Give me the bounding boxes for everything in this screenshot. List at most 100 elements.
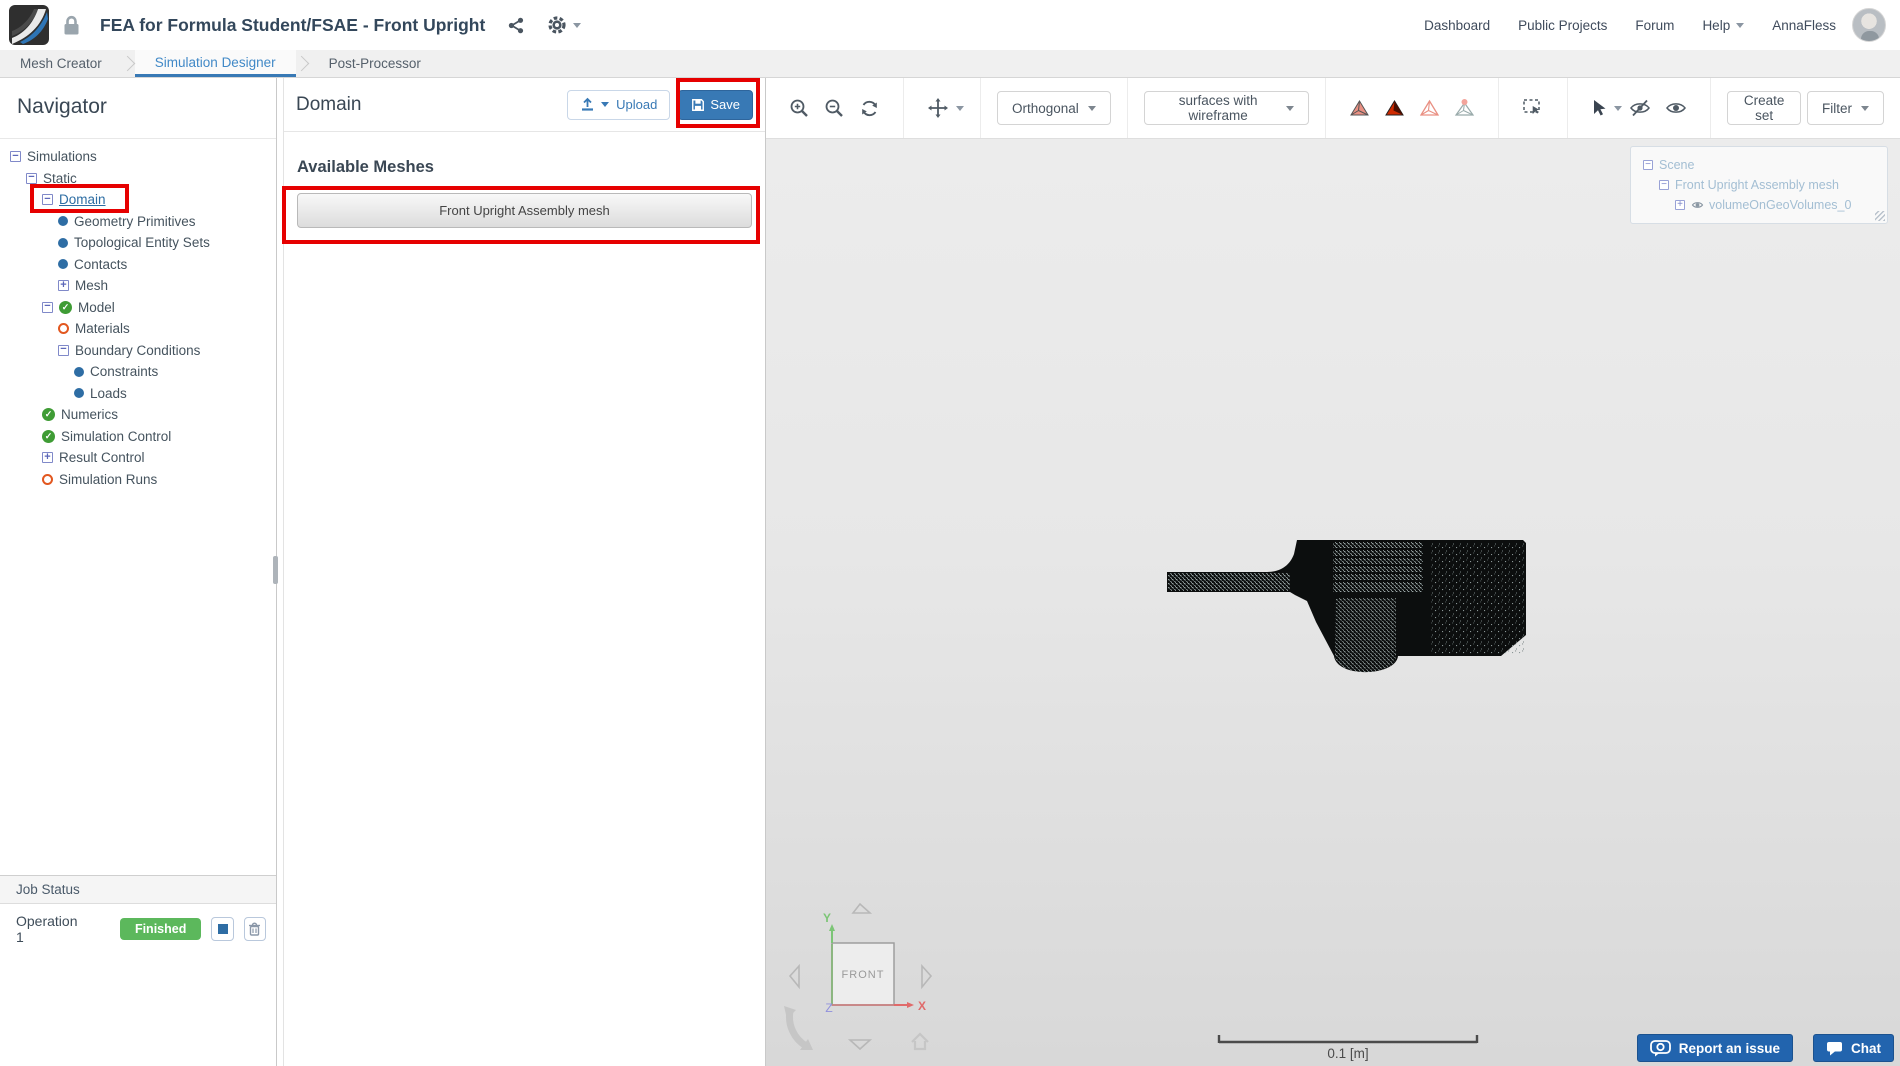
tab-separator <box>296 50 309 77</box>
upload-chevron-down-icon[interactable] <box>601 102 610 107</box>
upload-icon <box>582 97 594 111</box>
rotate-up-arrow[interactable] <box>851 902 873 914</box>
tree-item-materials[interactable]: Materials <box>0 318 272 340</box>
tab-simulation-designer[interactable]: Simulation Designer <box>134 50 296 77</box>
tree-item-result-control[interactable]: Result Control <box>0 447 272 469</box>
scene-node-mesh[interactable]: Front Upright Assembly mesh <box>1643 175 1887 195</box>
collapse-icon[interactable] <box>1659 180 1669 190</box>
marquee-select-icon[interactable] <box>1522 98 1544 118</box>
refresh-view-icon[interactable] <box>859 98 880 119</box>
mesh-model[interactable] <box>1140 510 1560 695</box>
tree-item-simulation-control[interactable]: Simulation Control <box>0 426 272 448</box>
collapse-icon[interactable] <box>58 344 69 356</box>
mesh-select-button[interactable]: Front Upright Assembly mesh <box>297 193 752 228</box>
tree-item-simulation-runs[interactable]: Simulation Runs <box>0 469 272 491</box>
available-meshes-heading: Available Meshes <box>297 158 434 176</box>
project-title: FEA for Formula Student/FSAE - Front Upr… <box>100 14 486 35</box>
settings-chevron-down-icon[interactable] <box>573 22 582 28</box>
collapse-icon[interactable] <box>26 172 37 184</box>
tab-mesh-creator[interactable]: Mesh Creator <box>0 50 122 77</box>
bullet-icon <box>58 216 68 227</box>
tree-item-boundary-conditions[interactable]: Boundary Conditions <box>0 340 272 362</box>
rotate-down-arrow[interactable] <box>847 1039 873 1051</box>
simscale-logo-icon[interactable] <box>9 5 49 45</box>
scene-node-volume[interactable]: volumeOnGeoVolumes_0 <box>1643 195 1887 215</box>
trash-icon <box>249 922 261 936</box>
bullet-icon <box>58 259 68 270</box>
rotate-roll-arrow[interactable] <box>786 1010 808 1050</box>
chat-button[interactable]: Chat <box>1813 1034 1894 1062</box>
home-view-icon[interactable] <box>911 1032 929 1051</box>
tree-item-static[interactable]: Static <box>0 168 272 190</box>
job-status-badge: Finished <box>119 918 202 940</box>
collapse-icon[interactable] <box>42 301 53 313</box>
rotate-right-arrow[interactable] <box>921 963 933 990</box>
upload-button[interactable]: Upload <box>567 89 671 120</box>
collapse-icon[interactable] <box>10 151 21 163</box>
projection-dropdown[interactable]: Orthogonal <box>997 91 1111 125</box>
tet-outline-icon[interactable] <box>1419 99 1440 118</box>
save-button[interactable]: Save <box>678 89 753 120</box>
tree-item-simulations[interactable]: Simulations <box>0 146 272 168</box>
tree-label: Geometry Primitives <box>74 213 196 229</box>
tree-item-contacts[interactable]: Contacts <box>0 254 272 276</box>
zoom-out-icon[interactable] <box>824 98 845 119</box>
hide-eye-slash-icon[interactable] <box>1629 99 1651 117</box>
share-icon[interactable] <box>507 16 525 35</box>
scene-node-root[interactable]: Scene <box>1643 155 1887 175</box>
expand-icon[interactable] <box>58 280 69 292</box>
create-set-button[interactable]: Create set <box>1727 91 1801 125</box>
nav-dashboard[interactable]: Dashboard <box>1424 18 1490 33</box>
tree-item-mesh[interactable]: Mesh <box>0 275 272 297</box>
tree-label-selected: Domain <box>59 192 106 208</box>
expand-icon[interactable] <box>1675 200 1685 210</box>
expand-icon[interactable] <box>42 452 53 464</box>
pan-move-icon[interactable] <box>927 97 949 119</box>
rotate-left-arrow[interactable] <box>788 963 800 990</box>
cursor-select-icon[interactable] <box>1591 99 1607 118</box>
collapse-icon[interactable] <box>1643 160 1653 170</box>
tet-solid-icon[interactable] <box>1349 99 1370 118</box>
nav-username[interactable]: AnnaFless <box>1772 18 1836 33</box>
scenebox-resize-handle[interactable] <box>1875 211 1885 221</box>
pan-chevron-down-icon[interactable] <box>956 105 964 111</box>
cursor-chevron-down-icon[interactable] <box>1614 105 1623 111</box>
projection-label: Orthogonal <box>1012 100 1079 116</box>
tet-node-icon[interactable] <box>1454 98 1475 118</box>
tree-item-domain[interactable]: Domain <box>0 189 272 211</box>
domain-panel-header: Domain Upload Save <box>284 78 765 132</box>
nav-forum[interactable]: Forum <box>1635 18 1674 33</box>
nav-public-projects[interactable]: Public Projects <box>1518 18 1607 33</box>
delete-job-button[interactable] <box>243 917 266 941</box>
show-eye-icon[interactable] <box>1665 99 1687 117</box>
render-mode-dropdown[interactable]: surfaces with wireframe <box>1143 91 1310 125</box>
tree-label: Result Control <box>59 450 145 466</box>
settings-gear-icon[interactable] <box>547 15 567 35</box>
header-nav: Dashboard Public Projects Forum Help Ann… <box>1396 8 1886 42</box>
tree-item-constraints[interactable]: Constraints <box>0 361 272 383</box>
collapse-icon[interactable] <box>42 194 53 206</box>
tab-post-processor[interactable]: Post-Processor <box>309 50 441 77</box>
report-issue-button[interactable]: Report an issue <box>1636 1034 1793 1062</box>
nav-help[interactable]: Help <box>1702 18 1745 33</box>
filter-dropdown[interactable]: Filter <box>1807 91 1884 125</box>
tree-label: Boundary Conditions <box>75 342 201 358</box>
domain-panel-actions: Upload Save <box>567 89 753 120</box>
tet-dark-icon[interactable] <box>1384 99 1405 118</box>
navigation-cube[interactable]: FRONT Y X Z <box>770 880 990 1066</box>
zoom-in-icon[interactable] <box>789 98 810 119</box>
stop-job-button[interactable] <box>211 917 234 941</box>
panel-resize-grip[interactable] <box>273 556 278 584</box>
tab-separator <box>122 50 135 77</box>
tree-label: Simulations <box>27 149 97 165</box>
viewport-canvas[interactable]: Scene Front Upright Assembly mesh volume… <box>766 139 1900 1066</box>
tree-label: Mesh <box>75 278 109 294</box>
tree-item-topological-entity-sets[interactable]: Topological Entity Sets <box>0 232 272 254</box>
navigator-panel: Navigator Simulations Static Domain Geom… <box>0 78 277 1066</box>
visibility-eye-icon[interactable] <box>1691 200 1704 210</box>
tree-item-geometry-primitives[interactable]: Geometry Primitives <box>0 211 272 233</box>
tree-item-model[interactable]: Model <box>0 297 272 319</box>
user-avatar[interactable] <box>1852 8 1886 42</box>
tree-item-loads[interactable]: Loads <box>0 383 272 405</box>
tree-item-numerics[interactable]: Numerics <box>0 404 272 426</box>
